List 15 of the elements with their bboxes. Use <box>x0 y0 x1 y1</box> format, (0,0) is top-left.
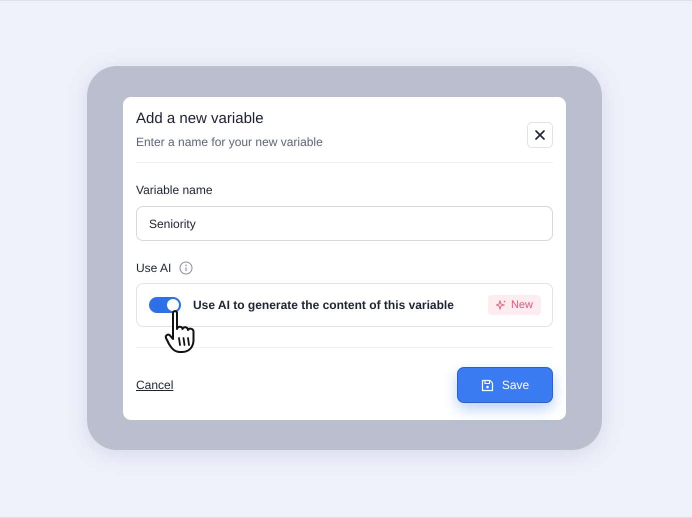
dialog-title: Add a new variable <box>136 110 265 128</box>
input-field[interactable]: Seniority <box>136 206 553 241</box>
sparkle-icon <box>496 300 506 310</box>
new-badge: New <box>488 295 541 315</box>
dialog-subtitle: Enter a name for your new variable <box>136 135 323 149</box>
toggle-label: Use AI to generate the content of this variable <box>193 298 455 312</box>
cancel-link[interactable]: Cancel <box>136 378 174 392</box>
info-icon[interactable] <box>179 261 194 275</box>
save-icon <box>480 378 494 392</box>
field-label: Variable name <box>136 183 214 197</box>
save-button[interactable]: Save <box>457 367 553 403</box>
close-icon <box>534 129 546 141</box>
toggle-switch[interactable] <box>149 297 181 313</box>
close-button[interactable] <box>527 122 553 148</box>
field-label: Use AI <box>136 261 172 275</box>
